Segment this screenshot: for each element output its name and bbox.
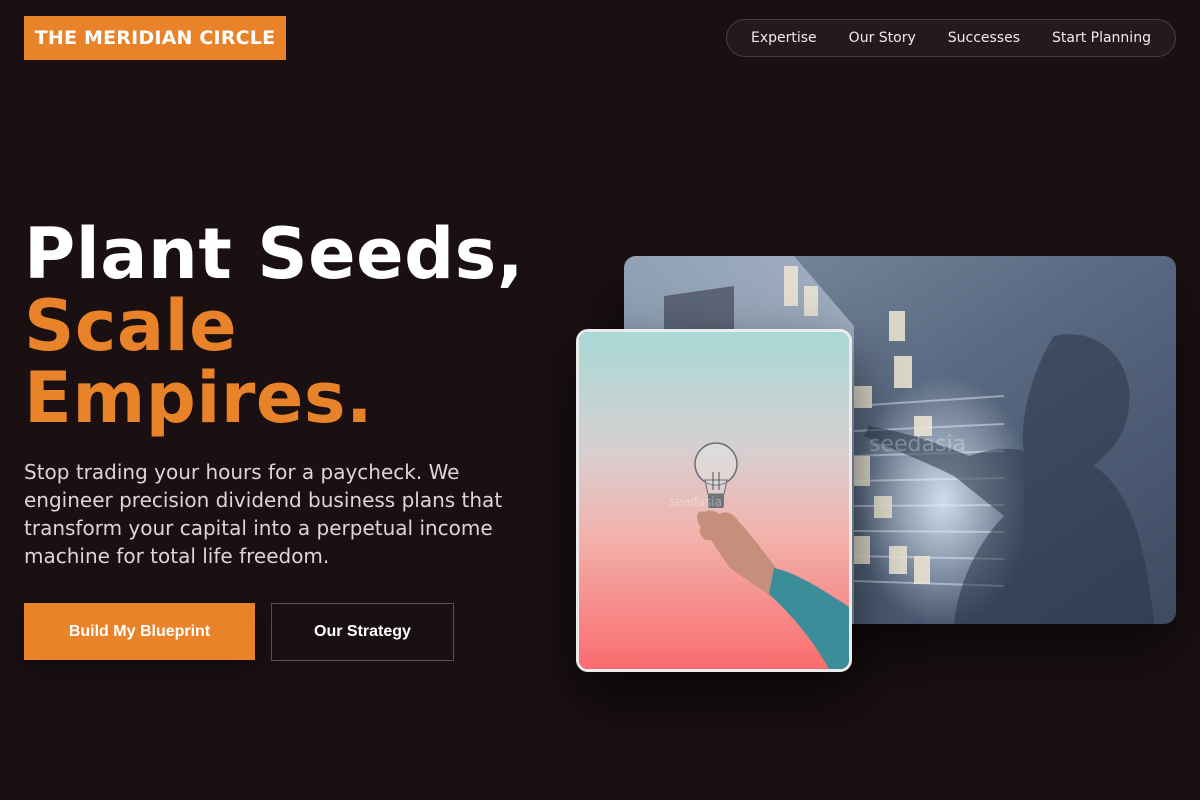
headline-accent-line-1: Scale xyxy=(24,285,238,367)
nav-link-successes[interactable]: Successes xyxy=(948,30,1020,46)
build-my-blueprint-button[interactable]: Build My Blueprint xyxy=(24,603,255,660)
main-nav: Expertise Our Story Successes Start Plan… xyxy=(726,19,1176,57)
landing-page: THE MERIDIAN CIRCLE Expertise Our Story … xyxy=(0,0,1200,800)
headline-line-1: Plant Seeds, xyxy=(24,213,524,295)
svg-text:seedasia: seedasia xyxy=(669,495,722,509)
headline-accent-line-2: Empires. xyxy=(24,357,374,439)
nav-link-expertise[interactable]: Expertise xyxy=(751,30,817,46)
light-bulb-image: seedasia xyxy=(576,329,852,672)
svg-text:seedasia: seedasia xyxy=(869,432,966,457)
hero-headline: Plant Seeds, Scale Empires. xyxy=(24,218,524,434)
hero-lead-text: Stop trading your hours for a paycheck. … xyxy=(24,460,503,568)
nav-link-our-story[interactable]: Our Story xyxy=(849,30,916,46)
logo[interactable]: THE MERIDIAN CIRCLE xyxy=(24,16,286,60)
logo-text: THE MERIDIAN CIRCLE xyxy=(34,27,276,49)
our-strategy-button[interactable]: Our Strategy xyxy=(271,603,454,661)
nav-link-start-planning[interactable]: Start Planning xyxy=(1052,30,1151,46)
